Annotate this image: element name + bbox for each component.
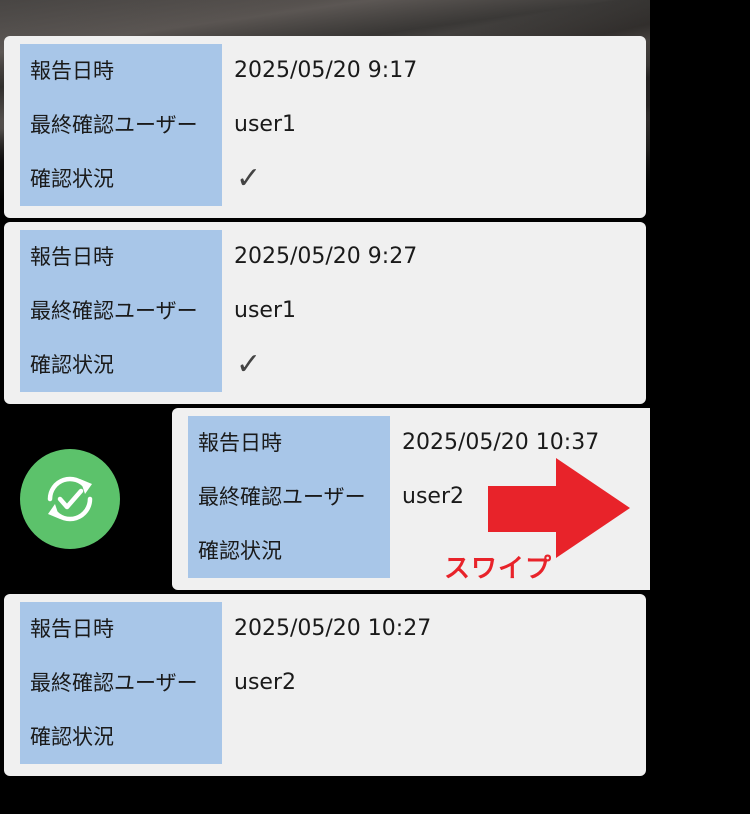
swipe-hint-text: スワイプ [444, 554, 553, 584]
last-confirm-user-row: 最終確認ユーザー user1 [4, 284, 646, 338]
confirm-status-row: 確認状況 ✓ [4, 152, 646, 206]
report-card[interactable]: 報告日時 2025/05/20 9:17 最終確認ユーザー user1 確認状況… [4, 36, 646, 218]
report-datetime-value: 2025/05/20 9:17 [234, 58, 418, 83]
last-confirm-user-value: user2 [402, 484, 464, 509]
last-confirm-user-label: 最終確認ユーザー [30, 113, 198, 137]
report-datetime-label: 報告日時 [198, 431, 282, 455]
last-confirm-user-label: 最終確認ユーザー [30, 299, 198, 323]
confirm-status-row: 確認状況 ✓ [4, 338, 646, 392]
report-card[interactable]: 報告日時 2025/05/20 10:27 最終確認ユーザー user2 確認状… [4, 594, 646, 776]
confirm-status-label: 確認状況 [30, 353, 114, 377]
confirm-status-row: 確認状況 [4, 710, 646, 764]
last-confirm-user-label: 最終確認ユーザー [30, 671, 198, 695]
report-datetime-value: 2025/05/20 10:27 [234, 616, 432, 641]
last-confirm-user-value: user1 [234, 112, 296, 137]
checkmark-icon: ✓ [236, 347, 262, 382]
right-arrow-icon [488, 458, 630, 558]
confirm-status-label: 確認状況 [30, 167, 114, 191]
report-datetime-row: 報告日時 2025/05/20 9:27 [4, 230, 646, 284]
sync-confirm-button[interactable] [20, 449, 120, 549]
last-confirm-user-label: 最終確認ユーザー [198, 485, 366, 509]
last-confirm-user-value: user2 [234, 670, 296, 695]
report-datetime-value: 2025/05/20 9:27 [234, 244, 418, 269]
sync-check-icon [47, 476, 93, 522]
report-card[interactable]: 報告日時 2025/05/20 9:27 最終確認ユーザー user1 確認状況… [4, 222, 646, 404]
confirm-status-label: 確認状況 [198, 539, 282, 563]
report-datetime-row: 報告日時 2025/05/20 10:27 [4, 602, 646, 656]
report-datetime-row: 報告日時 2025/05/20 9:17 [4, 44, 646, 98]
last-confirm-user-row: 最終確認ユーザー user1 [4, 98, 646, 152]
last-confirm-user-row: 最終確認ユーザー user2 [4, 656, 646, 710]
report-datetime-label: 報告日時 [30, 617, 114, 641]
confirm-status-label: 確認状況 [30, 725, 114, 749]
last-confirm-user-value: user1 [234, 298, 296, 323]
report-datetime-label: 報告日時 [30, 245, 114, 269]
report-datetime-label: 報告日時 [30, 59, 114, 83]
checkmark-icon: ✓ [236, 161, 262, 196]
